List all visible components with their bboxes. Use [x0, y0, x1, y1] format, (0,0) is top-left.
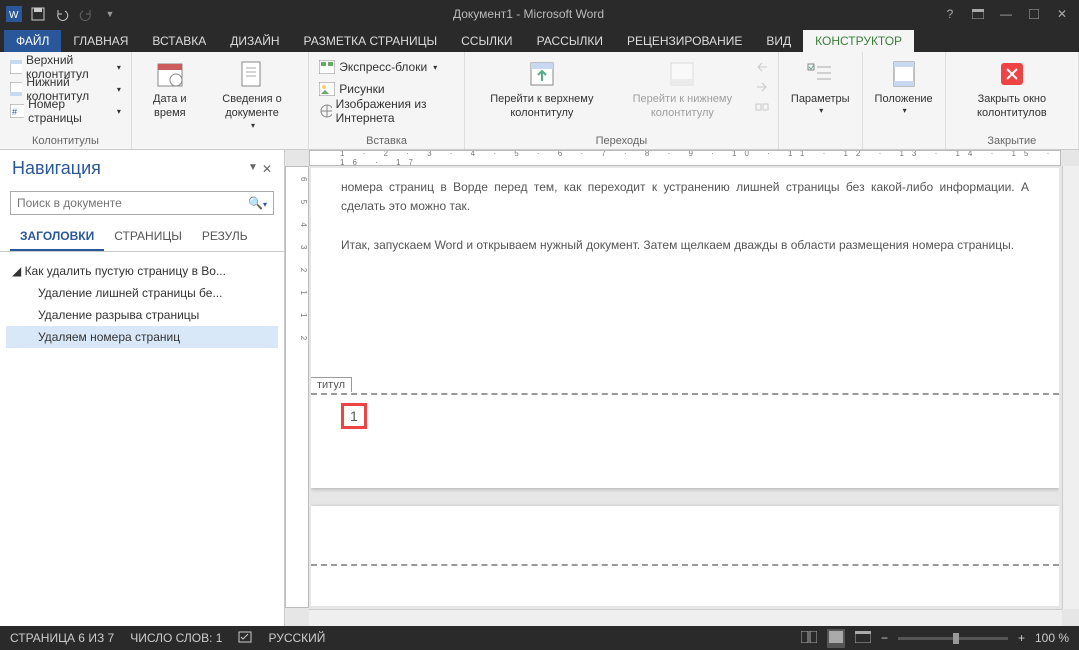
online-pictures-button[interactable]: Изображения из Интернета: [315, 100, 458, 122]
position-button[interactable]: Положение▾: [869, 56, 939, 119]
nav-item[interactable]: Удаление разрыва страницы: [6, 304, 278, 326]
status-page[interactable]: СТРАНИЦА 6 ИЗ 7: [10, 631, 114, 645]
horizontal-scrollbar[interactable]: [309, 609, 1062, 626]
tab-insert[interactable]: ВСТАВКА: [140, 30, 218, 52]
help-icon[interactable]: ?: [937, 4, 963, 24]
maximize-icon[interactable]: [1021, 4, 1047, 24]
close-header-footer-button[interactable]: Закрыть окно колонтитулов: [952, 56, 1072, 123]
read-mode-icon[interactable]: [801, 631, 817, 646]
document-icon: [236, 58, 268, 90]
nav-search[interactable]: 🔍▾: [10, 191, 274, 215]
horizontal-ruler[interactable]: 1 · 2 · 3 · 4 · 5 · 6 · 7 · 8 · 9 · 10 ·…: [309, 150, 1061, 166]
goto-header-icon: [526, 58, 558, 90]
page[interactable]: [311, 506, 1059, 606]
titlebar: W ▼ Документ1 - Microsoft Word ? — ✕: [0, 0, 1079, 28]
position-icon: [888, 58, 920, 90]
group-label-insert: Вставка: [309, 133, 464, 149]
checklist-icon: [804, 58, 836, 90]
vertical-ruler[interactable]: 6 5 4 3 2 1 1 2: [285, 166, 309, 608]
nav-close-icon[interactable]: ✕: [262, 162, 272, 176]
group-label-close: Закрытие: [946, 133, 1078, 149]
page-number-highlight[interactable]: 1: [341, 403, 367, 429]
search-icon[interactable]: 🔍▾: [248, 196, 267, 210]
tab-review[interactable]: РЕЦЕНЗИРОВАНИЕ: [615, 30, 754, 52]
web-layout-icon[interactable]: [855, 631, 871, 646]
params-button[interactable]: Параметры▾: [785, 56, 856, 119]
tab-view[interactable]: ВИД: [754, 30, 803, 52]
date-time-button[interactable]: Дата и время: [138, 56, 202, 123]
navigation-pane: Навигация ▼ ✕ 🔍▾ ЗАГОЛОВКИ СТРАНИЦЫ РЕЗУЛ…: [0, 150, 285, 626]
goto-header-button[interactable]: Перейти к верхнему колонтитулу: [471, 56, 613, 123]
nav-title: Навигация: [12, 158, 101, 179]
tab-file[interactable]: ФАЙЛ: [4, 30, 61, 52]
app-icon: W: [4, 4, 24, 24]
prev-icon[interactable]: [754, 60, 770, 80]
document-area: 1 · 2 · 3 · 4 · 5 · 6 · 7 · 8 · 9 · 10 ·…: [285, 150, 1079, 626]
nav-tab-pages[interactable]: СТРАНИЦЫ: [104, 223, 192, 251]
nav-tab-headings[interactable]: ЗАГОЛОВКИ: [10, 223, 104, 251]
undo-icon[interactable]: [52, 4, 72, 24]
search-input[interactable]: [17, 196, 248, 210]
zoom-level[interactable]: 100 %: [1035, 631, 1069, 645]
close-icon[interactable]: ✕: [1049, 4, 1075, 24]
nav-item-selected[interactable]: Удаляем номера страниц: [6, 326, 278, 348]
close-x-icon: [996, 58, 1028, 90]
group-label-nav: Переходы: [465, 133, 778, 149]
redo-icon[interactable]: [76, 4, 96, 24]
quick-parts-button[interactable]: Экспресс-блоки▾: [315, 56, 458, 78]
qat-dropdown-icon[interactable]: ▼: [100, 4, 120, 24]
nav-dropdown-icon[interactable]: ▼: [248, 162, 258, 176]
goto-footer-button[interactable]: Перейти к нижнему колонтитулу: [613, 56, 752, 123]
tab-constructor[interactable]: КОНСТРУКТОР: [803, 30, 914, 52]
workspace: Навигация ▼ ✕ 🔍▾ ЗАГОЛОВКИ СТРАНИЦЫ РЕЗУЛ…: [0, 150, 1079, 626]
goto-footer-icon: [666, 58, 698, 90]
nav-item[interactable]: ◢ Как удалить пустую страницу в Во...: [6, 260, 278, 282]
page-number-button[interactable]: #Номер страницы▾: [6, 100, 125, 122]
proofing-icon[interactable]: [238, 630, 252, 647]
status-language[interactable]: РУССКИЙ: [268, 631, 325, 645]
window-title: Документ1 - Microsoft Word: [120, 7, 937, 21]
footer-area[interactable]: титул 1: [311, 393, 1059, 488]
ribbon: Верхний колонтитул▾ Нижний колонтитул▾ #…: [0, 52, 1079, 150]
nav-tab-results[interactable]: РЕЗУЛЬ: [192, 223, 258, 251]
zoom-out-icon[interactable]: −: [881, 631, 888, 645]
calendar-icon: [154, 58, 186, 90]
vertical-scrollbar[interactable]: [1062, 166, 1079, 609]
ribbon-display-icon[interactable]: [965, 4, 991, 24]
statusbar: СТРАНИЦА 6 ИЗ 7 ЧИСЛО СЛОВ: 1 РУССКИЙ − …: [0, 626, 1079, 650]
print-layout-icon[interactable]: [827, 629, 845, 648]
doc-info-button[interactable]: Сведения о документе▾: [202, 56, 302, 133]
status-words[interactable]: ЧИСЛО СЛОВ: 1: [130, 631, 222, 645]
paragraph: номера страниц в Ворде перед тем, как пе…: [341, 178, 1029, 216]
tab-references[interactable]: ССЫЛКИ: [449, 30, 524, 52]
tab-design[interactable]: ДИЗАЙН: [218, 30, 291, 52]
svg-text:W: W: [9, 10, 19, 21]
nav-item[interactable]: Удаление лишней страницы бе...: [6, 282, 278, 304]
ribbon-tabs: ФАЙЛ ГЛАВНАЯ ВСТАВКА ДИЗАЙН РАЗМЕТКА СТР…: [0, 28, 1079, 52]
page[interactable]: номера страниц в Ворде перед тем, как пе…: [311, 168, 1059, 488]
minimize-icon[interactable]: —: [993, 4, 1019, 24]
zoom-slider[interactable]: [898, 637, 1008, 640]
tab-mailings[interactable]: РАССЫЛКИ: [525, 30, 615, 52]
paragraph: Итак, запускаем Word и открываем нужный …: [341, 236, 1029, 255]
footer-tab-label: титул: [311, 377, 352, 392]
next-icon[interactable]: [754, 80, 770, 100]
tab-home[interactable]: ГЛАВНАЯ: [61, 30, 140, 52]
header-area[interactable]: [311, 506, 1059, 566]
save-icon[interactable]: [28, 4, 48, 24]
group-label-headers: Колонтитулы: [0, 133, 131, 149]
link-icon[interactable]: [754, 100, 770, 120]
svg-text:#: #: [12, 107, 17, 117]
tab-layout[interactable]: РАЗМЕТКА СТРАНИЦЫ: [292, 30, 450, 52]
zoom-in-icon[interactable]: +: [1018, 631, 1025, 645]
